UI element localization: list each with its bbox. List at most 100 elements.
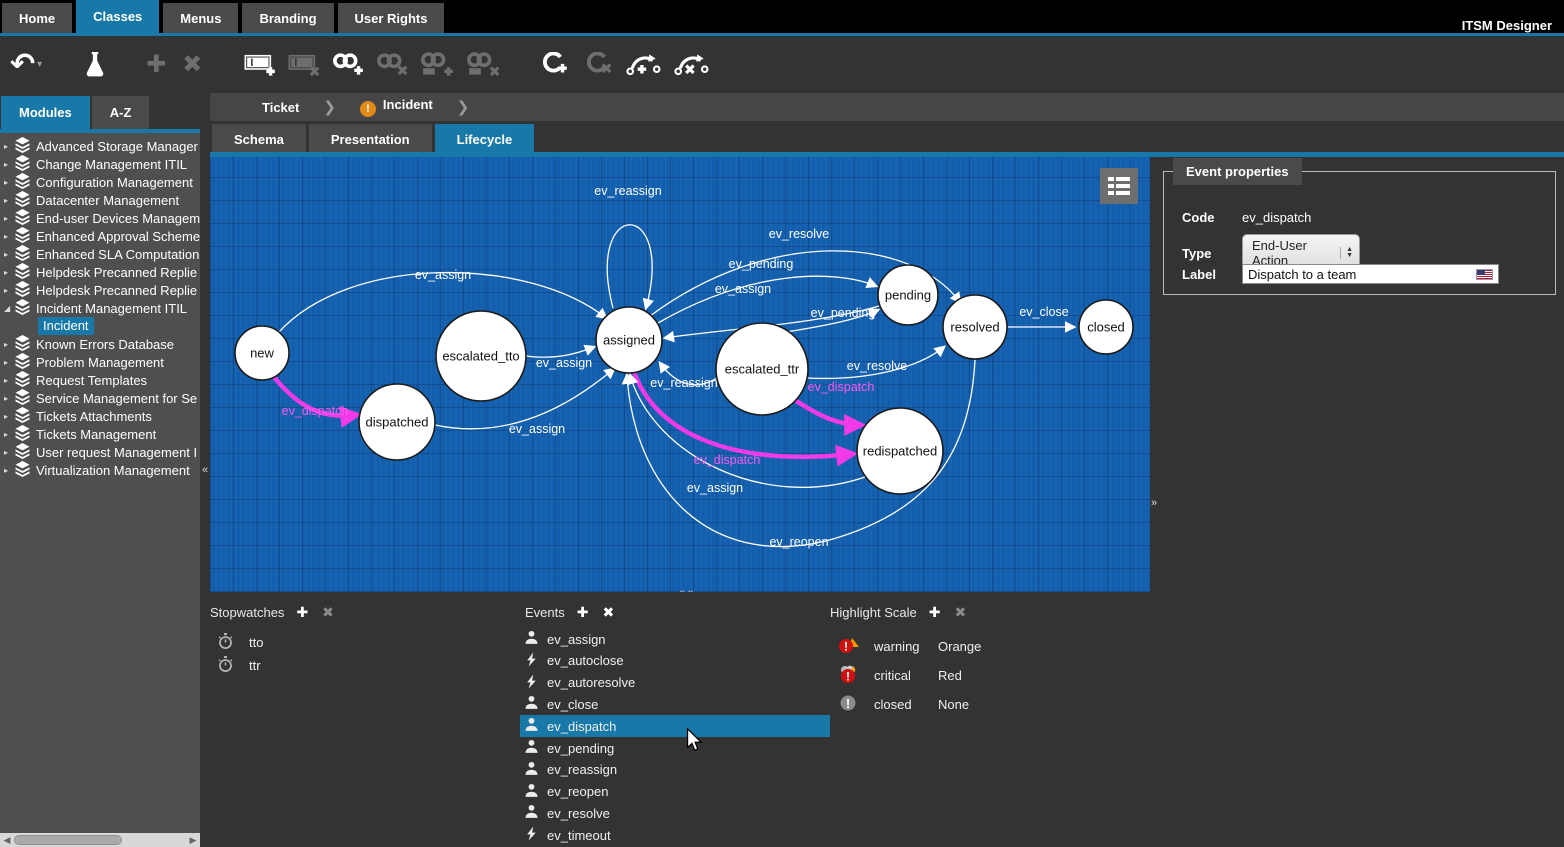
sidebar-item-advanced-storage-manager[interactable]: ▸Advanced Storage Manager: [0, 137, 200, 155]
event-item-ev_timeout[interactable]: ev_timeout: [520, 824, 830, 846]
chevron-right-icon[interactable]: ▸: [4, 340, 14, 349]
event-item-ev_pending[interactable]: ev_pending: [520, 737, 830, 759]
delete-transition-button[interactable]: [674, 45, 710, 85]
chevron-right-icon[interactable]: ▸: [4, 196, 14, 205]
scroll-left-arrow-icon[interactable]: ◀: [0, 835, 14, 846]
type-label: Type: [1182, 246, 1242, 261]
sidebar-tab-a-z[interactable]: A-Z: [92, 96, 150, 129]
event-item-ev_dispatch[interactable]: ev_dispatch: [520, 715, 830, 737]
sidebar-item-incident[interactable]: Incident: [0, 317, 200, 335]
chevron-right-icon[interactable]: ▸: [4, 448, 14, 457]
delete-state-button[interactable]: [584, 45, 614, 85]
nav-tab-classes[interactable]: Classes: [76, 0, 159, 33]
right-splitter-handle[interactable]: »: [1151, 497, 1157, 509]
chevron-right-icon[interactable]: ▸: [4, 394, 14, 403]
add-field-button[interactable]: I: [244, 45, 278, 85]
add-stopwatch-button[interactable]: ✚: [296, 604, 308, 621]
sidebar-item-helpdesk-precanned-replie[interactable]: ▸Helpdesk Precanned Replie: [0, 281, 200, 299]
sidebar-item-tickets-management[interactable]: ▸Tickets Management: [0, 425, 200, 443]
add-transition-button[interactable]: [626, 45, 662, 85]
diagram-legend-button[interactable]: [1100, 168, 1138, 204]
lifecycle-diagram[interactable]: newdispatchedescalated_ttoassignedescala…: [210, 157, 1150, 592]
delete-button[interactable]: ✖: [182, 45, 202, 85]
event-item-ev_resolve[interactable]: ev_resolve: [520, 802, 830, 824]
chevron-right-icon[interactable]: ▸: [4, 214, 14, 223]
add-event-button[interactable]: ✚: [577, 604, 589, 621]
chevron-right-icon[interactable]: ▸: [4, 142, 14, 151]
sidebar-item-known-errors-database[interactable]: ▸Known Errors Database: [0, 335, 200, 353]
module-icon: [14, 191, 32, 210]
scrollbar-thumb[interactable]: [14, 835, 122, 845]
sidebar-item-service-management-for-se[interactable]: ▸Service Management for Se: [0, 389, 200, 407]
chevron-right-icon[interactable]: ▸: [4, 376, 14, 385]
sidebar-item-enhanced-sla-computation[interactable]: ▸Enhanced SLA Computation: [0, 245, 200, 263]
chevron-right-icon[interactable]: ▸: [4, 358, 14, 367]
stopwatch-item-ttr[interactable]: ttr: [218, 655, 261, 675]
chevron-right-icon[interactable]: ▸: [4, 430, 14, 439]
add-linkset-button[interactable]: [420, 45, 456, 85]
delete-highlight-button[interactable]: ✖: [954, 604, 966, 621]
chevron-right-icon[interactable]: ▸: [4, 412, 14, 421]
sidebar-item-change-management-itil[interactable]: ▸Change Management ITIL: [0, 155, 200, 173]
delete-field-button[interactable]: I: [288, 45, 322, 85]
tab-schema[interactable]: Schema: [212, 124, 306, 155]
tab-presentation[interactable]: Presentation: [309, 124, 432, 155]
sidebar-item-incident-management-itil[interactable]: ◢Incident Management ITIL: [0, 299, 200, 317]
sidebar-item-user-request-management-i[interactable]: ▸User request Management I: [0, 443, 200, 461]
sidebar-item-configuration-management[interactable]: ▸Configuration Management: [0, 173, 200, 191]
chevron-right-icon[interactable]: ▸: [4, 286, 14, 295]
test-run-button[interactable]: [82, 45, 108, 85]
sidebar-item-problem-management[interactable]: ▸Problem Management: [0, 353, 200, 371]
breadcrumb-separator-icon: ❯: [443, 98, 484, 116]
caret-button[interactable]: ▾: [37, 45, 42, 85]
scroll-right-arrow-icon[interactable]: ▶: [186, 835, 200, 846]
transition-ev_dispatch[interactable]: [795, 400, 860, 425]
delete-stopwatch-button[interactable]: ✖: [322, 604, 334, 621]
chevron-right-icon[interactable]: ▸: [4, 178, 14, 187]
event-item-ev_close[interactable]: ev_close: [520, 693, 830, 715]
sidebar-item-tickets-attachments[interactable]: ▸Tickets Attachments: [0, 407, 200, 425]
nav-tab-menus[interactable]: Menus: [163, 3, 238, 33]
lifecycle-canvas[interactable]: newdispatchedescalated_ttoassignedescala…: [210, 157, 1150, 592]
highlight-item-closed[interactable]: !closedNone: [838, 693, 969, 715]
tab-lifecycle[interactable]: Lifecycle: [435, 124, 535, 155]
add-link-button[interactable]: [332, 45, 366, 85]
sidebar-item-datacenter-management[interactable]: ▸Datacenter Management: [0, 191, 200, 209]
breadcrumb-item-incident[interactable]: !Incident: [350, 97, 443, 117]
event-item-ev_reopen[interactable]: ev_reopen: [520, 781, 830, 803]
chevron-right-icon[interactable]: ▸: [4, 250, 14, 259]
sidebar-item-request-templates[interactable]: ▸Request Templates: [0, 371, 200, 389]
stopwatch-item-tto[interactable]: tto: [218, 632, 263, 652]
sidebar-horizontal-scrollbar[interactable]: ◀ ▶: [0, 833, 200, 847]
nav-tab-branding[interactable]: Branding: [242, 3, 333, 33]
chevron-right-icon[interactable]: ▸: [4, 268, 14, 277]
sidebar-item-end-user-devices-managem[interactable]: ▸End-user Devices Managem: [0, 209, 200, 227]
nav-tab-home[interactable]: Home: [2, 3, 72, 33]
delete-event-button[interactable]: ✖: [602, 604, 614, 621]
sidebar-tab-modules[interactable]: Modules: [1, 96, 90, 129]
event-item-ev_reassign[interactable]: ev_reassign: [520, 759, 830, 781]
chevron-down-icon[interactable]: ◢: [4, 304, 14, 313]
add-button[interactable]: ✚: [146, 45, 166, 85]
chevron-right-icon[interactable]: ▸: [4, 466, 14, 475]
chevron-right-icon[interactable]: ▸: [4, 232, 14, 241]
delete-linkset-button[interactable]: [466, 45, 502, 85]
label-input[interactable]: Dispatch to a team: [1242, 264, 1499, 284]
event-item-ev_autoclose[interactable]: ev_autoclose: [520, 650, 830, 672]
add-state-button[interactable]: [540, 45, 570, 85]
chevron-right-icon[interactable]: ▸: [4, 160, 14, 169]
delete-link-button[interactable]: [376, 45, 410, 85]
highlight-item-critical[interactable]: !criticalRed: [838, 664, 962, 686]
left-splitter-handle[interactable]: «: [200, 464, 210, 480]
undo-button[interactable]: ↶: [10, 45, 35, 85]
sidebar-item-helpdesk-precanned-replie[interactable]: ▸Helpdesk Precanned Replie: [0, 263, 200, 281]
event-item-ev_assign[interactable]: ev_assign: [520, 628, 830, 650]
highlight-item-warning[interactable]: !warningOrange: [838, 635, 981, 657]
add-highlight-button[interactable]: ✚: [929, 604, 941, 621]
breadcrumb-item-ticket[interactable]: Ticket: [252, 100, 309, 115]
nav-tab-user-rights[interactable]: User Rights: [338, 3, 445, 33]
transition-ev_reassign[interactable]: [607, 225, 652, 308]
event-item-ev_autoresolve[interactable]: ev_autoresolve: [520, 672, 830, 694]
sidebar-item-enhanced-approval-scheme[interactable]: ▸Enhanced Approval Scheme: [0, 227, 200, 245]
sidebar-item-virtualization-management[interactable]: ▸Virtualization Management: [0, 461, 200, 479]
